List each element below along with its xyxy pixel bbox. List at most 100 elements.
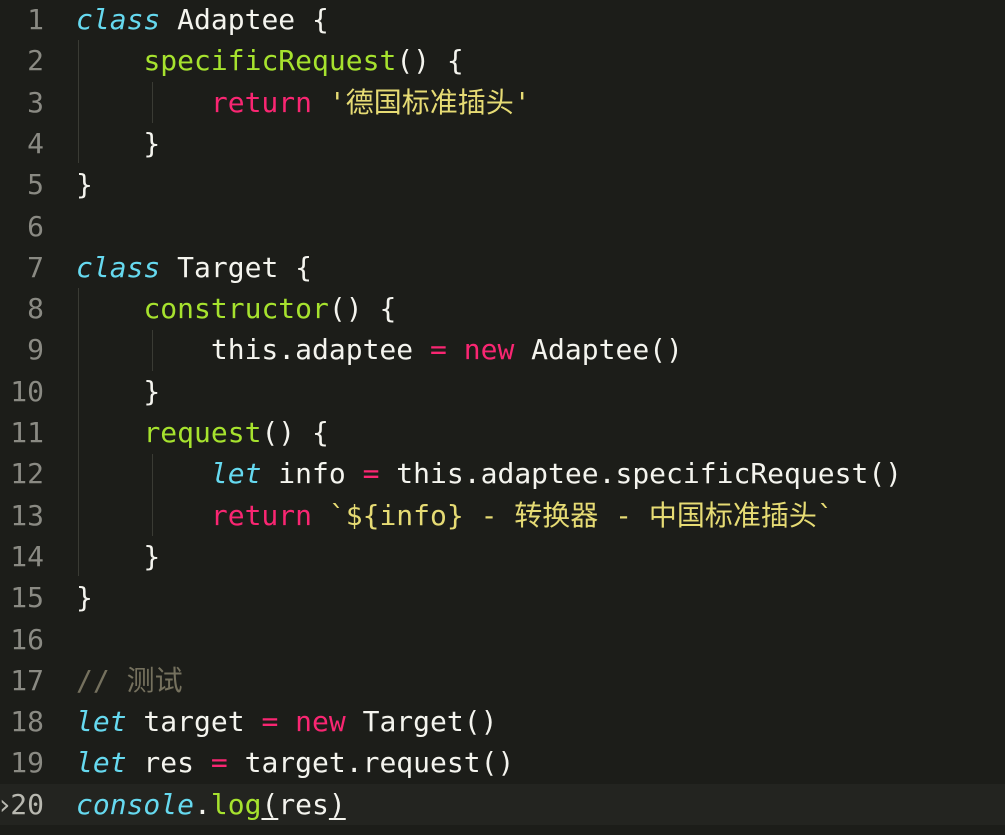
code-text: // 测试 — [76, 660, 183, 701]
code-text: } — [76, 536, 160, 577]
code-line[interactable]: 13 return `${info} - 转换器 - 中国标准插头` — [0, 495, 1005, 536]
code-token: = — [362, 457, 380, 491]
line-number: 15 — [10, 581, 44, 615]
code-token: ) — [328, 787, 346, 821]
code-text: this.adaptee = new Adaptee() — [76, 329, 683, 370]
code-token: let — [76, 746, 127, 780]
code-token: = — [210, 746, 228, 780]
code-line[interactable]: 11 request() { — [0, 412, 1005, 453]
code-line[interactable]: 5} — [0, 164, 1005, 205]
line-number: 18 — [10, 705, 44, 739]
code-line[interactable]: 12 let info = this.adaptee.specificReque… — [0, 453, 1005, 494]
code-token: res — [126, 746, 211, 780]
code-token: request — [143, 416, 262, 449]
code-text: } — [76, 577, 93, 618]
code-token: log — [210, 787, 262, 821]
code-token: return — [210, 498, 313, 532]
code-text: request() { — [76, 412, 329, 453]
line-number: 4 — [27, 126, 44, 160]
code-token: specificRequest — [143, 44, 397, 78]
code-line[interactable]: 16 — [0, 619, 1005, 660]
code-line[interactable]: 18 let target = new Target() — [0, 701, 1005, 742]
code-token: () { — [396, 44, 464, 78]
code-text: console.log(res) — [76, 784, 346, 825]
code-line[interactable]: 20›console.log(res) — [0, 783, 1005, 825]
code-token: new — [295, 705, 346, 739]
code-token: // 测试 — [76, 663, 183, 697]
line-number: 7 — [27, 250, 44, 284]
code-token: return — [210, 85, 313, 119]
code-text: } — [76, 123, 160, 164]
code-token: ( — [261, 787, 279, 821]
line-number: 8 — [27, 292, 44, 326]
code-editor[interactable]: 1 class Adaptee {2 specificRequest() {3 r… — [0, 0, 1005, 835]
code-line[interactable]: 8 constructor() { — [0, 288, 1005, 329]
code-token: () { — [261, 416, 329, 449]
code-token: Target() — [345, 705, 498, 739]
code-token: = — [261, 705, 279, 739]
code-token: Adaptee { — [160, 3, 329, 36]
code-token: let — [76, 705, 127, 739]
code-text: return '德国标准插头' — [76, 82, 531, 123]
code-token: class — [76, 250, 161, 284]
code-token: let — [210, 457, 262, 491]
code-token: } — [76, 374, 161, 408]
code-text: } — [76, 164, 93, 205]
line-number: 12 — [10, 457, 44, 491]
code-token: this.adaptee — [76, 333, 431, 367]
code-line[interactable]: 7 class Target { — [0, 247, 1005, 288]
line-number: 6 — [27, 209, 44, 243]
code-line[interactable]: 10 } — [0, 371, 1005, 412]
code-token: = — [430, 333, 447, 367]
line-number: 19 — [10, 746, 44, 780]
code-line[interactable]: 9 this.adaptee = new Adaptee() — [0, 329, 1005, 370]
code-text: class Target { — [76, 247, 312, 288]
code-line[interactable]: 6 — [0, 206, 1005, 247]
code-token: class — [76, 3, 161, 36]
line-number: 11 — [10, 416, 44, 449]
code-token: } — [76, 539, 161, 573]
code-token: constructor — [143, 292, 329, 326]
code-token: new — [463, 333, 515, 367]
code-line[interactable]: 3 return '德国标准插头' — [0, 82, 1005, 123]
code-text: class Adaptee { — [76, 0, 329, 40]
line-number: 17 — [10, 663, 44, 697]
code-token: info — [261, 457, 363, 491]
code-token: target — [126, 705, 262, 739]
code-text: constructor() { — [76, 288, 396, 329]
code-token: Adaptee() — [514, 333, 683, 367]
line-number: 13 — [10, 498, 44, 532]
code-token: console — [76, 787, 195, 821]
code-token: this.adaptee.specificRequest() — [379, 457, 903, 491]
code-text: let target = new Target() — [76, 701, 497, 742]
line-number: 1 — [27, 3, 44, 36]
code-line[interactable]: 19 let res = target.request() — [0, 742, 1005, 783]
line-number: 14 — [10, 539, 44, 573]
code-text: let info = this.adaptee.specificRequest(… — [76, 453, 902, 494]
code-token: . — [194, 787, 211, 821]
code-line[interactable]: 14 } — [0, 536, 1005, 577]
code-text: return `${info} - 转换器 - 中国标准插头` — [76, 495, 834, 536]
code-line[interactable]: 2 specificRequest() { — [0, 40, 1005, 81]
line-number: 5 — [27, 168, 44, 202]
code-line[interactable]: 15} — [0, 577, 1005, 618]
code-text: specificRequest() { — [76, 40, 464, 81]
code-text: let res = target.request() — [76, 742, 514, 783]
line-number: 3 — [27, 85, 44, 119]
code-line[interactable]: 1 class Adaptee { — [0, 0, 1005, 40]
code-line[interactable]: 17 // 测试 — [0, 660, 1005, 701]
code-token: target.request() — [227, 746, 515, 780]
code-line[interactable]: 4 } — [0, 123, 1005, 164]
code-token: '德国标准插头' — [328, 85, 531, 119]
line-number: 2 — [27, 44, 44, 78]
gutter-marker-icon: › — [0, 784, 13, 825]
